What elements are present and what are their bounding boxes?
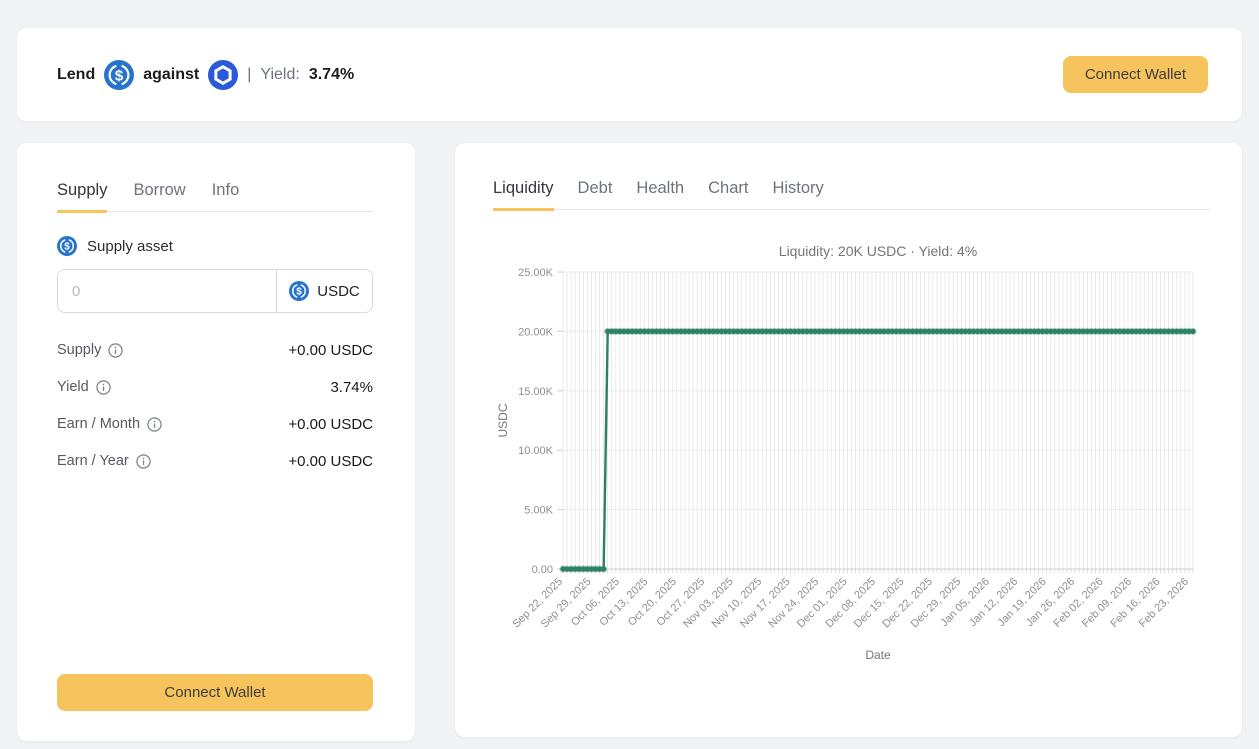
chainlink-icon <box>208 59 239 90</box>
stat-value: +0.00 USDC <box>288 452 373 470</box>
info-icon[interactable] <box>136 453 151 469</box>
stat-value: +0.00 USDC <box>288 415 373 433</box>
against-label: against <box>143 65 200 83</box>
stat-row-supply: Supply +0.00 USDC <box>57 339 373 361</box>
usdc-icon: $ <box>57 236 77 256</box>
info-icon[interactable] <box>108 342 124 358</box>
liquidity-chart[interactable]: Liquidity: 20K USDC · Yield: 4% 0.00 5.00K… <box>470 235 1242 697</box>
tab-health[interactable]: Health <box>636 179 684 211</box>
supply-panel: Supply Borrow Info $ Supply asset $ <box>17 143 415 741</box>
amount-box: $ USDC <box>57 269 373 313</box>
market-detail-panel: Liquidity Debt Health Chart History Liqu… <box>455 143 1242 737</box>
connect-wallet-button[interactable]: Connect Wallet <box>1062 56 1208 93</box>
header-card: Lend $ against | Yield: 3.74% Connect Wa… <box>17 28 1242 121</box>
lend-label: Lend <box>57 65 96 83</box>
stat-label: Supply <box>57 342 102 358</box>
separator: | <box>247 65 252 83</box>
amount-input[interactable] <box>58 270 276 312</box>
tab-debt[interactable]: Debt <box>578 179 613 211</box>
usdc-icon: $ <box>289 281 310 301</box>
tab-history[interactable]: History <box>772 179 823 211</box>
info-icon[interactable] <box>147 416 162 432</box>
stat-row-earn-month: Earn / Month +0.00 USDC <box>57 413 373 435</box>
tab-borrow[interactable]: Borrow <box>133 181 185 213</box>
tab-liquidity[interactable]: Liquidity <box>493 179 554 211</box>
svg-text:Liquidity: 20K USDC · Yield: 4: Liquidity: 20K USDC · Yield: 4% <box>779 243 977 259</box>
svg-text:0.00: 0.00 <box>532 564 553 576</box>
supply-asset-label: Supply asset <box>87 237 173 255</box>
stat-rows: Supply +0.00 USDC Yield 3.74% Earn / Mon… <box>57 339 373 472</box>
yield-label: Yield: <box>260 65 300 83</box>
yield-value: 3.74% <box>308 65 355 83</box>
stat-label: Yield <box>57 379 89 395</box>
svg-text:5.00K: 5.00K <box>524 505 553 517</box>
svg-text:25.00K: 25.00K <box>518 267 554 279</box>
market-summary: Lend $ against | Yield: 3.74% <box>57 59 355 90</box>
stat-label: Earn / Year <box>57 453 129 469</box>
svg-text:$: $ <box>296 287 302 298</box>
supply-asset-row: $ Supply asset <box>57 236 373 256</box>
market-detail-tabs: Liquidity Debt Health Chart History <box>493 179 1211 211</box>
tab-info[interactable]: Info <box>212 181 240 213</box>
stat-row-earn-year: Earn / Year +0.00 USDC <box>57 450 373 472</box>
stat-value: +0.00 USDC <box>288 341 373 359</box>
tab-supply[interactable]: Supply <box>57 181 108 213</box>
asset-selector[interactable]: $ USDC <box>276 270 372 312</box>
svg-text:15.00K: 15.00K <box>518 386 554 398</box>
svg-text:$: $ <box>115 67 124 84</box>
tab-chart[interactable]: Chart <box>708 179 748 211</box>
info-icon[interactable] <box>96 379 111 395</box>
svg-text:Date: Date <box>865 648 891 662</box>
liquidity-chart-container: Liquidity: 20K USDC · Yield: 4% 0.00 5.00K… <box>470 235 1242 702</box>
stat-value: 3.74% <box>330 378 373 396</box>
stat-label: Earn / Month <box>57 416 141 432</box>
svg-text:10.00K: 10.00K <box>518 445 554 457</box>
svg-text:USDC: USDC <box>496 403 510 437</box>
usdc-icon: $ <box>104 59 135 90</box>
svg-text:20.00K: 20.00K <box>518 326 554 338</box>
svg-text:$: $ <box>64 242 70 253</box>
connect-wallet-button[interactable]: Connect Wallet <box>57 674 373 711</box>
supply-panel-tabs: Supply Borrow Info <box>57 181 373 213</box>
asset-selector-label: USDC <box>317 282 360 300</box>
stat-row-yield: Yield 3.74% <box>57 376 373 398</box>
